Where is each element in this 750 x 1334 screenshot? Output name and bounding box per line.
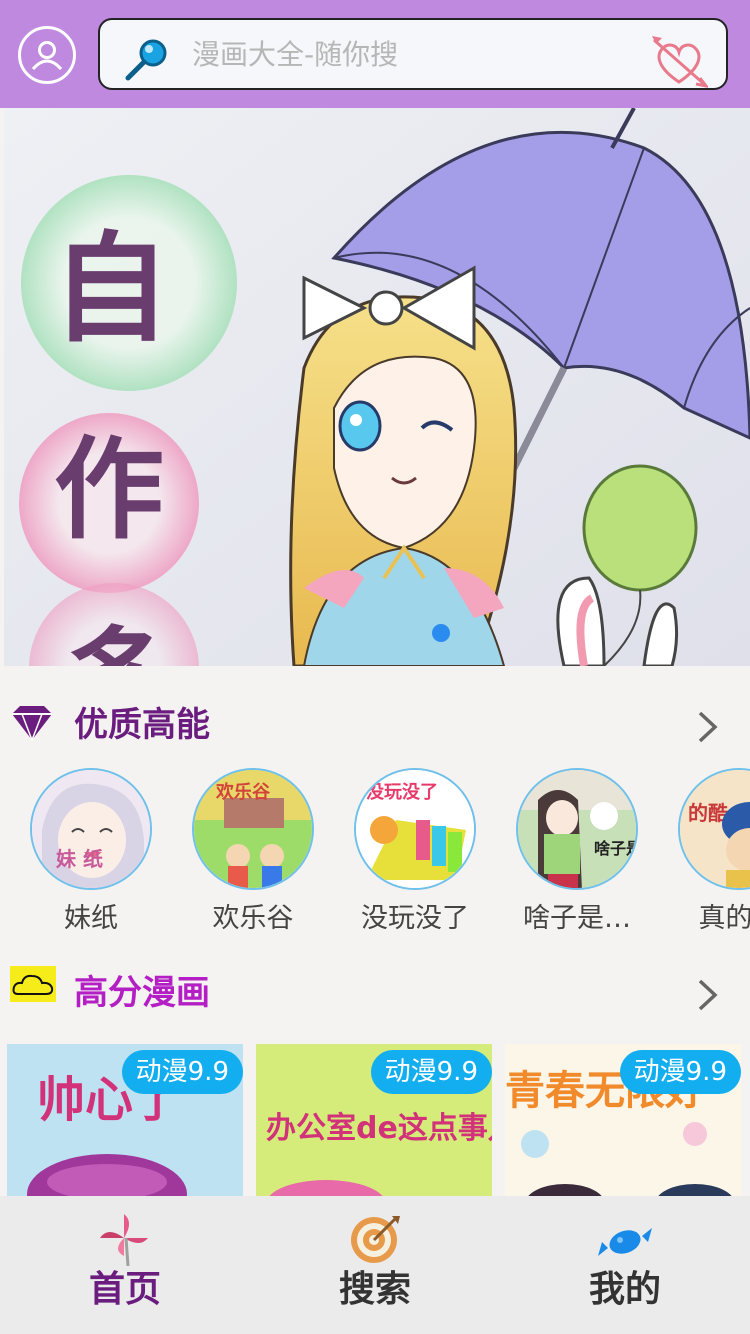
rating-badge: 动漫9.9 bbox=[121, 1050, 243, 1094]
magnifier-icon bbox=[125, 39, 167, 81]
category-thumbnail: 啥子是 bbox=[516, 768, 638, 890]
svg-text:妹 纸: 妹 纸 bbox=[55, 847, 103, 871]
section-title-top-rated: 高分漫画 bbox=[74, 973, 210, 1013]
favorite-heart-icon[interactable] bbox=[650, 32, 708, 88]
comic-card[interactable]: 青春无限好 动漫9.9 bbox=[505, 1044, 741, 1196]
svg-text:作: 作 bbox=[54, 426, 164, 554]
svg-text:欢乐谷: 欢乐谷 bbox=[215, 782, 271, 803]
category-item-zhendeku[interactable]: 的酷 真的酷 bbox=[658, 768, 750, 948]
top-header: 漫画大全-随你搜 bbox=[0, 0, 750, 108]
category-label: 欢乐谷 bbox=[212, 903, 294, 934]
comic-card-list: 帅心了 动漫9.9 办公室de这点事儿 动漫9.9 青春无限好 动漫9.9 bbox=[0, 1044, 750, 1196]
category-item-shazishi[interactable]: 啥子是 啥子是… bbox=[496, 768, 658, 948]
rating-badge: 动漫9.9 bbox=[619, 1050, 741, 1094]
category-thumbnail: 没玩没了 bbox=[354, 768, 476, 890]
target-icon bbox=[351, 1216, 400, 1263]
category-item-meiwanmeile[interactable]: 没玩没了 没玩没了 bbox=[334, 768, 496, 948]
comic-card[interactable]: 办公室de这点事儿 动漫9.9 bbox=[256, 1044, 492, 1196]
category-label: 啥子是… bbox=[523, 903, 631, 934]
nav-label-home: 首页 bbox=[88, 1269, 161, 1310]
candy-icon bbox=[598, 1228, 652, 1256]
category-thumbnail: 妹 纸 bbox=[30, 768, 152, 890]
profile-button[interactable] bbox=[18, 26, 76, 84]
svg-text:的酷: 的酷 bbox=[688, 801, 728, 825]
nav-tab-search[interactable]: 搜索 bbox=[250, 1196, 500, 1334]
top-rated-section-header[interactable]: 高分漫画 bbox=[0, 958, 750, 1028]
nav-tab-home[interactable]: 首页 bbox=[0, 1196, 250, 1334]
carousel-indicator-dot[interactable] bbox=[432, 624, 450, 642]
search-placeholder: 漫画大全-随你搜 bbox=[192, 38, 399, 71]
rating-badge: 动漫9.9 bbox=[370, 1050, 492, 1094]
category-label: 真的酷 bbox=[698, 903, 750, 934]
svg-text:办公室de这点事儿: 办公室de这点事儿 bbox=[266, 1111, 492, 1146]
hero-banner[interactable]: 自 作 多 bbox=[4, 108, 750, 666]
section-title-featured: 优质高能 bbox=[74, 705, 210, 745]
chevron-right-icon[interactable] bbox=[696, 710, 720, 744]
category-list: 妹 纸 妹纸 欢乐谷 欢乐谷 没玩没了 没玩没了 啥子是 啥子是… 的酷 真的 bbox=[0, 768, 750, 948]
category-label: 妹纸 bbox=[64, 903, 118, 934]
category-item-huanlegu[interactable]: 欢乐谷 欢乐谷 bbox=[172, 768, 334, 948]
banner-illustration: 自 作 多 bbox=[4, 108, 750, 666]
category-thumbnail: 欢乐谷 bbox=[192, 768, 314, 890]
cloud-icon bbox=[10, 966, 56, 1002]
bottom-navigation: 首页 搜索 我的 bbox=[0, 1196, 750, 1334]
chevron-right-icon[interactable] bbox=[696, 978, 720, 1012]
category-label: 没玩没了 bbox=[361, 903, 469, 934]
svg-text:多: 多 bbox=[62, 616, 172, 666]
comic-card[interactable]: 帅心了 动漫9.9 bbox=[7, 1044, 243, 1196]
svg-text:没玩没了: 没玩没了 bbox=[366, 782, 438, 803]
pinwheel-icon bbox=[100, 1214, 148, 1266]
nav-tab-mine[interactable]: 我的 bbox=[500, 1196, 750, 1334]
nav-label-search: 搜索 bbox=[338, 1269, 411, 1310]
nav-label-mine: 我的 bbox=[588, 1269, 661, 1310]
category-thumbnail: 的酷 bbox=[678, 768, 750, 890]
svg-text:啥子是: 啥子是 bbox=[594, 839, 638, 858]
diamond-icon bbox=[12, 706, 52, 742]
user-icon bbox=[31, 41, 63, 71]
svg-text:自: 自 bbox=[52, 220, 170, 358]
search-input[interactable]: 漫画大全-随你搜 bbox=[98, 18, 728, 90]
featured-section-header[interactable]: 优质高能 bbox=[0, 690, 750, 760]
category-item-meizhi[interactable]: 妹 纸 妹纸 bbox=[10, 768, 172, 948]
